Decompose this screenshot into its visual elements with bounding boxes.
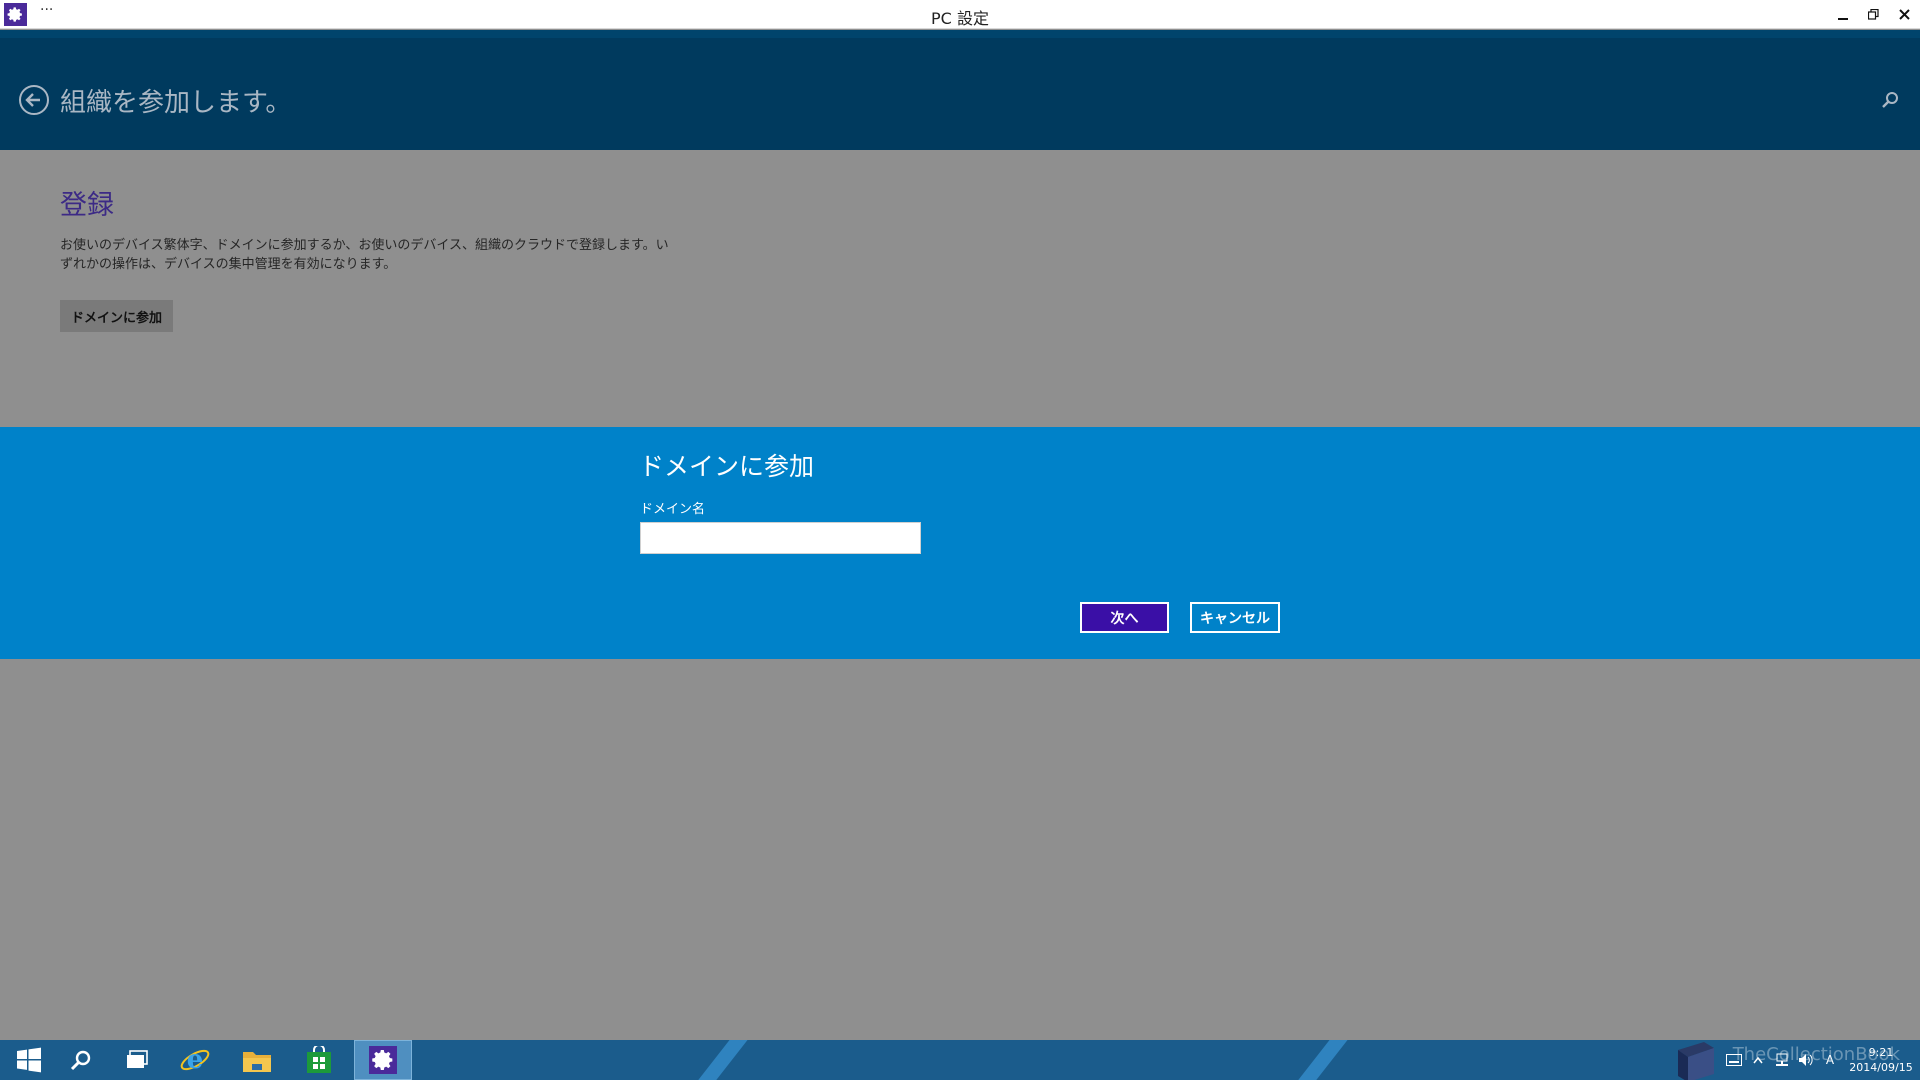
keyboard-tray-icon[interactable] xyxy=(1722,1040,1746,1080)
domain-name-label: ドメイン名 xyxy=(640,502,706,517)
store-button[interactable] xyxy=(290,1040,348,1080)
speaker-icon xyxy=(1799,1054,1813,1066)
search-icon xyxy=(70,1050,91,1071)
wallpaper-stripe xyxy=(682,1040,756,1080)
ime-indicator[interactable]: A xyxy=(1818,1040,1842,1080)
domain-name-input[interactable] xyxy=(640,522,921,554)
dialog-title: ドメインに参加 xyxy=(639,452,815,481)
cancel-button[interactable]: キャンセル xyxy=(1190,602,1280,633)
restore-icon xyxy=(1868,9,1879,20)
join-domain-dialog: ドメインに参加 ドメイン名 次へ キャンセル xyxy=(0,427,1920,659)
taskbar-clock[interactable]: 9:21 2014/09/15 xyxy=(1842,1045,1920,1075)
pc-settings-taskbar-button[interactable] xyxy=(354,1040,412,1080)
taskbar: e TheCollectionBook A 9:21 2014/09/15 xyxy=(0,1040,1920,1080)
start-button[interactable] xyxy=(0,1040,58,1080)
minimize-icon xyxy=(1837,17,1848,20)
back-arrow-icon[interactable] xyxy=(18,84,50,116)
title-bar: ··· PC 設定 xyxy=(0,0,1920,29)
file-explorer-button[interactable] xyxy=(228,1040,286,1080)
restore-button[interactable] xyxy=(1858,0,1889,29)
windows-logo-icon xyxy=(17,1047,41,1073)
internet-explorer-button[interactable]: e xyxy=(166,1040,224,1080)
join-domain-button[interactable]: ドメインに参加 xyxy=(60,300,173,332)
page-title: 組織を参加します。 xyxy=(60,88,292,118)
wallpaper-stripe xyxy=(1282,1040,1356,1080)
section-description: お使いのデバイス繁体字、ドメインに参加するか、お使いのデバイス、組織のクラウドで… xyxy=(60,238,669,272)
book-watermark-icon xyxy=(1678,1042,1714,1080)
system-tray: A 9:21 2014/09/15 xyxy=(1722,1040,1920,1080)
close-button[interactable] xyxy=(1889,0,1920,29)
window-controls xyxy=(1827,0,1920,29)
page-header: 組織を参加します。 xyxy=(0,30,1920,150)
folder-icon xyxy=(243,1052,271,1072)
network-icon xyxy=(1776,1053,1788,1066)
taskbar-search-button[interactable] xyxy=(52,1040,110,1080)
chevron-up-icon xyxy=(1753,1056,1763,1064)
show-hidden-icons-button[interactable] xyxy=(1746,1040,1770,1080)
next-button[interactable]: 次へ xyxy=(1080,602,1169,633)
clock-time: 9:21 xyxy=(1868,1046,1894,1059)
window-title: PC 設定 xyxy=(931,9,989,28)
network-tray-icon[interactable] xyxy=(1770,1040,1794,1080)
keyboard-icon xyxy=(1726,1054,1742,1066)
close-icon xyxy=(1899,9,1910,20)
clock-date: 2014/09/15 xyxy=(1849,1061,1913,1074)
content-background xyxy=(0,659,1920,1040)
svg-text:e: e xyxy=(187,1045,204,1075)
internet-explorer-icon: e xyxy=(180,1045,210,1075)
gear-icon xyxy=(369,1046,397,1074)
task-view-button[interactable] xyxy=(108,1040,166,1080)
task-view-icon xyxy=(127,1050,148,1068)
minimize-button[interactable] xyxy=(1827,0,1858,29)
store-bag-icon xyxy=(307,1046,331,1073)
volume-tray-icon[interactable] xyxy=(1794,1040,1818,1080)
section-title: 登録 xyxy=(60,190,114,221)
settings-content: 登録 お使いのデバイス繁体字、ドメインに参加するか、お使いのデバイス、組織のクラ… xyxy=(0,150,1920,427)
search-icon[interactable] xyxy=(1880,90,1900,110)
